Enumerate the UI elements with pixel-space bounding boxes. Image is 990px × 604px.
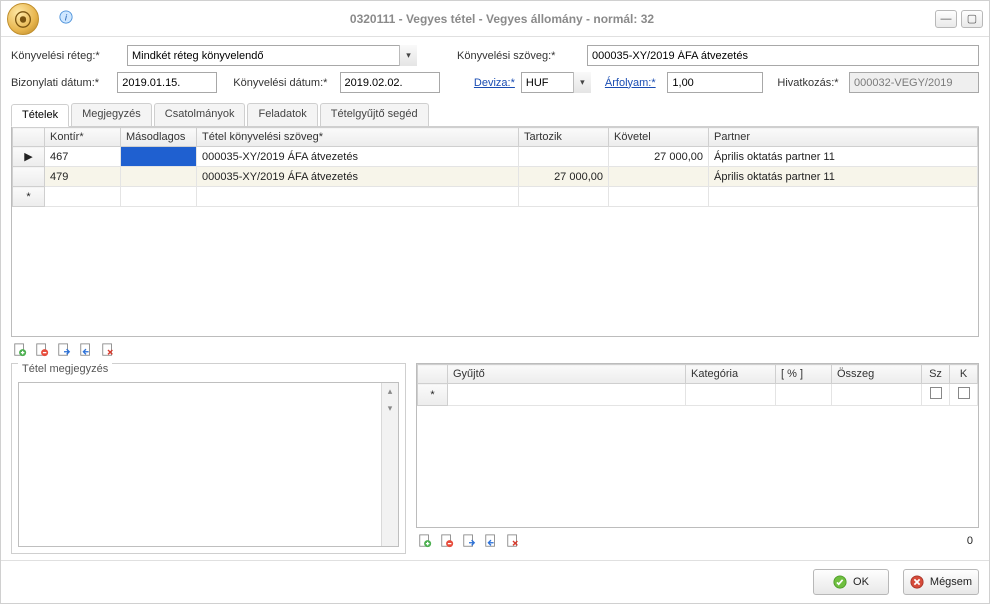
grid-header-row: Kontír* Másodlagos Tétel könyvelési szöv… (13, 128, 978, 147)
konyvdatum-input[interactable] (340, 72, 440, 93)
form-row-2: Bizonylati dátum:* Könyvelési dátum:* De… (11, 72, 979, 93)
remove-icon[interactable] (33, 341, 51, 359)
sub-toolstrip (416, 528, 522, 554)
info-icon[interactable]: i (59, 10, 73, 27)
dialog-button-bar: OK Mégsem (1, 560, 989, 603)
table-row[interactable]: ▶ 467 000035-XY/2019 ÁFA átvezetés 27 00… (13, 147, 978, 167)
col-kontir[interactable]: Kontír* (45, 128, 121, 147)
col-kategoria[interactable]: Kategória (686, 365, 776, 384)
szoveg-input[interactable] (587, 45, 979, 66)
sub-grid[interactable]: Gyűjtő Kategória [ % ] Összeg Sz K * (416, 363, 979, 528)
window-title: 0320111 - Vegyes tétel - Vegyes állomány… (73, 12, 931, 26)
check-icon (833, 575, 847, 589)
cell-partner[interactable]: Április oktatás partner 11 (709, 167, 978, 187)
scroll-down-icon[interactable]: ▾ (382, 400, 398, 417)
tab-tetelgyujto[interactable]: Tételgyűjtő segéd (320, 103, 429, 126)
delete-icon[interactable] (504, 532, 522, 550)
hivatkozas-label: Hivatkozás:* (777, 77, 843, 89)
col-pct[interactable]: [ % ] (776, 365, 832, 384)
maximize-button[interactable]: ▢ (961, 10, 983, 28)
cancel-label: Mégsem (930, 576, 972, 588)
cell-kovetel[interactable] (609, 167, 709, 187)
notes-groupbox: Tétel megjegyzés ▴ ▾ (11, 363, 406, 554)
tab-csatolmanyok[interactable]: Csatolmányok (154, 103, 246, 126)
row-marker: * (418, 384, 448, 406)
cell-partner[interactable]: Április oktatás partner 11 (709, 147, 978, 167)
cell-tartozik[interactable] (519, 147, 609, 167)
titlebar: ⦿ i 0320111 - Vegyes tétel - Vegyes állo… (1, 1, 989, 37)
deviza-link[interactable]: Deviza:* (468, 77, 515, 89)
tab-tetelek[interactable]: Tételek (11, 104, 69, 127)
tab-feladatok[interactable]: Feladatok (247, 103, 317, 126)
cell-tartozik[interactable]: 27 000,00 (519, 167, 609, 187)
row-marker (13, 167, 45, 187)
remove-icon[interactable] (438, 532, 456, 550)
table-row-new[interactable]: * (418, 384, 978, 406)
ok-label: OK (853, 576, 869, 588)
szoveg-label: Könyvelési szöveg:* (457, 50, 581, 62)
minimize-button[interactable]: — (935, 10, 957, 28)
col-k[interactable]: K (950, 365, 978, 384)
row-marker: * (13, 187, 45, 207)
cancel-button[interactable]: Mégsem (903, 569, 979, 595)
cell-kovetel[interactable]: 27 000,00 (609, 147, 709, 167)
col-partner[interactable]: Partner (709, 128, 978, 147)
ok-button[interactable]: OK (813, 569, 889, 595)
main-grid[interactable]: Kontír* Másodlagos Tétel könyvelési szöv… (11, 127, 979, 337)
hivatkozas-input (849, 72, 979, 93)
reteg-label: Könyvelési réteg:* (11, 50, 121, 62)
bizdatum-input[interactable] (117, 72, 217, 93)
window-root: ⦿ i 0320111 - Vegyes tétel - Vegyes állo… (0, 0, 990, 604)
import-icon[interactable] (460, 532, 478, 550)
cell-szoveg[interactable]: 000035-XY/2019 ÁFA átvezetés (197, 147, 519, 167)
tabstrip: Tételek Megjegyzés Csatolmányok Feladato… (11, 103, 979, 127)
cell-masodlagos[interactable] (121, 147, 197, 167)
notes-textarea[interactable]: ▴ ▾ (18, 382, 399, 547)
row-marker: ▶ (13, 147, 45, 167)
cell-szoveg[interactable]: 000035-XY/2019 ÁFA átvezetés (197, 167, 519, 187)
notes-legend: Tétel megjegyzés (18, 363, 112, 375)
col-gyujto[interactable]: Gyűjtő (448, 365, 686, 384)
cancel-icon (910, 575, 924, 589)
arfolyam-link[interactable]: Árfolyam:* (605, 77, 662, 89)
checkbox-sz[interactable] (930, 387, 942, 399)
reteg-value[interactable] (127, 45, 417, 66)
col-sz[interactable]: Sz (922, 365, 950, 384)
col-osszeg[interactable]: Összeg (832, 365, 922, 384)
delete-icon[interactable] (99, 341, 117, 359)
reteg-select[interactable]: ▾ (127, 45, 417, 66)
main-toolstrip (11, 337, 979, 363)
form-row-1: Könyvelési réteg:* ▾ Könyvelési szöveg:* (11, 45, 979, 66)
cell-kontir[interactable]: 467 (45, 147, 121, 167)
table-row[interactable]: 479 000035-XY/2019 ÁFA átvezetés 27 000,… (13, 167, 978, 187)
checkbox-k[interactable] (958, 387, 970, 399)
tab-megjegyzes[interactable]: Megjegyzés (71, 103, 152, 126)
import-icon[interactable] (55, 341, 73, 359)
subgrid-header-row: Gyűjtő Kategória [ % ] Összeg Sz K (418, 365, 978, 384)
app-logo: ⦿ (7, 3, 39, 35)
chevron-down-icon[interactable]: ▾ (399, 45, 417, 66)
konyvdatum-label: Könyvelési dátum:* (233, 77, 333, 89)
col-kovetel[interactable]: Követel (609, 128, 709, 147)
add-icon[interactable] (11, 341, 29, 359)
bizdatum-label: Bizonylati dátum:* (11, 77, 111, 89)
deviza-select[interactable]: ▾ (521, 72, 591, 93)
export-icon[interactable] (77, 341, 95, 359)
col-tartozik[interactable]: Tartozik (519, 128, 609, 147)
subgrid-counter: 0 (522, 533, 979, 549)
scrollbar[interactable]: ▴ ▾ (381, 383, 398, 546)
col-szoveg[interactable]: Tétel könyvelési szöveg* (197, 128, 519, 147)
chevron-down-icon[interactable]: ▾ (573, 72, 591, 93)
col-masodlagos[interactable]: Másodlagos (121, 128, 197, 147)
cell-kontir[interactable]: 479 (45, 167, 121, 187)
arfolyam-input[interactable] (667, 72, 763, 93)
table-row-new[interactable]: * (13, 187, 978, 207)
scroll-up-icon[interactable]: ▴ (382, 383, 398, 400)
add-icon[interactable] (416, 532, 434, 550)
export-icon[interactable] (482, 532, 500, 550)
cell-masodlagos[interactable] (121, 167, 197, 187)
